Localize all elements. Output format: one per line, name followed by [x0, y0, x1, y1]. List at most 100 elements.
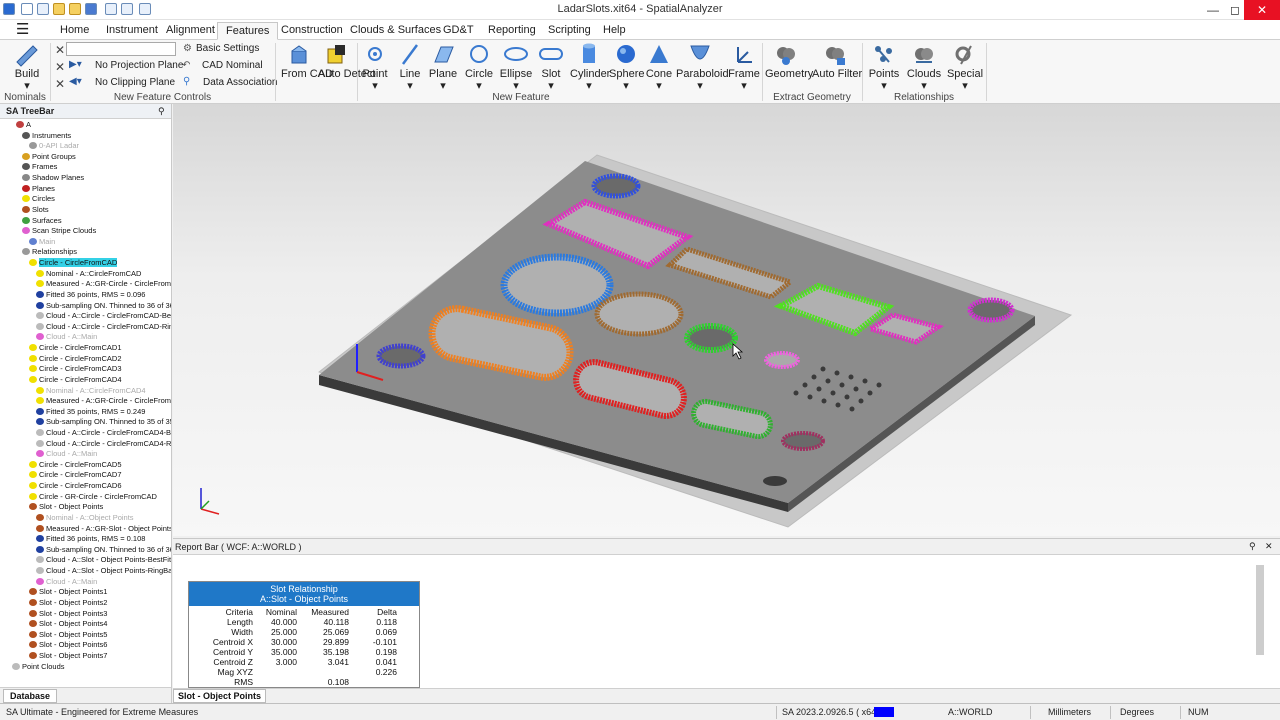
- tree-item[interactable]: Measured - A::GR-Circle - CircleFromCA: [36, 396, 171, 407]
- circle-button[interactable]: Circle ▾: [463, 40, 495, 92]
- data-association[interactable]: Data Association: [203, 77, 278, 88]
- report-pin-icon[interactable]: ⚲: [1249, 541, 1256, 552]
- tree-item[interactable]: Cloud - A::Main: [36, 449, 97, 460]
- circle-feature-large-blue[interactable]: [500, 253, 614, 317]
- tree-item[interactable]: Circle - CircleFromCAD7: [29, 470, 122, 481]
- circle-feature-blue-top[interactable]: [591, 173, 641, 199]
- points-relationship-button[interactable]: Points ▾: [866, 40, 902, 92]
- tree-item[interactable]: Slot - Object Points: [29, 502, 103, 513]
- tree-item[interactable]: Cloud - A::Circle - CircleFromCAD4-Best: [36, 428, 171, 439]
- 3d-viewport[interactable]: [173, 104, 1280, 536]
- tree-item[interactable]: Slot - Object Points6: [29, 640, 107, 651]
- tree-item[interactable]: Sub-sampling ON. Thinned to 35 of 35: [36, 417, 171, 428]
- tree-item[interactable]: Circle - CircleFromCAD4: [29, 375, 122, 386]
- hamburger-menu-icon[interactable]: ☰: [8, 22, 37, 40]
- tree-item[interactable]: Point Groups: [22, 152, 76, 163]
- tree-item[interactable]: Circle - CircleFromCAD: [29, 258, 118, 269]
- tab-slot-object-points[interactable]: Slot - Object Points: [173, 689, 267, 703]
- tree-item[interactable]: Slot - Object Points3: [29, 609, 107, 620]
- tree-item[interactable]: Slot - Object Points1: [29, 587, 107, 598]
- tab-features[interactable]: Features: [217, 22, 279, 40]
- tree-item[interactable]: Cloud - A::Main: [36, 577, 97, 588]
- tree-item[interactable]: Slot - Object Points7: [29, 651, 107, 662]
- tree-item[interactable]: Surfaces: [22, 216, 62, 227]
- status-frame[interactable]: A::WORLD: [948, 707, 993, 717]
- tree-item[interactable]: Main: [29, 237, 55, 248]
- tree-item[interactable]: Circles: [22, 194, 55, 205]
- ellipse-button[interactable]: Ellipse ▾: [498, 40, 534, 92]
- auto-detect-button[interactable]: Auto Detect: [318, 40, 375, 92]
- tab-construction[interactable]: Construction: [273, 22, 351, 40]
- circle-feature-magenta-right[interactable]: [967, 297, 1015, 323]
- circle-feature-blue-left[interactable]: [376, 343, 426, 369]
- status-units[interactable]: Millimeters: [1048, 707, 1091, 717]
- geometry-button[interactable]: Geometry: [765, 40, 813, 92]
- tree-item[interactable]: Fitted 35 points, RMS = 0.249: [36, 407, 145, 418]
- tree-item[interactable]: Sub-sampling ON. Thinned to 36 of 36: [36, 545, 171, 556]
- close-button[interactable]: ✕: [1244, 0, 1280, 20]
- tree-item[interactable]: Nominal - A::CircleFromCAD4: [36, 386, 146, 397]
- tree-item[interactable]: Circle - CircleFromCAD6: [29, 481, 122, 492]
- tree-item[interactable]: Cloud - A::Slot - Object Points-RingBand: [36, 566, 171, 577]
- tree-item[interactable]: Cloud - A::Circle - CircleFromCAD4-Ring: [36, 439, 171, 450]
- tree-item[interactable]: Measured - A::GR-Slot - Object Points: [36, 524, 171, 535]
- tree-item[interactable]: 0-API Ladar: [29, 141, 79, 152]
- tree-item[interactable]: Cloud - A::Circle - CircleFromCAD-BestF: [36, 311, 171, 322]
- tab-alignment[interactable]: Alignment: [158, 22, 223, 40]
- tree-item[interactable]: Point Clouds: [12, 662, 65, 673]
- tree-item[interactable]: Slot - Object Points2: [29, 598, 107, 609]
- tree-item[interactable]: Circle - CircleFromCAD2: [29, 354, 122, 365]
- tree-item[interactable]: Planes: [22, 184, 55, 195]
- pin-icon[interactable]: ⚲: [158, 106, 165, 117]
- line-button[interactable]: Line ▾: [395, 40, 425, 92]
- no-projection-plane[interactable]: No Projection Plane: [95, 60, 183, 71]
- circle-feature-green[interactable]: [684, 323, 738, 353]
- tab-database[interactable]: Database: [3, 689, 58, 703]
- tree-view[interactable]: A Instruments 0-API Ladar Point Groups Frame…: [0, 120, 171, 685]
- tree-item[interactable]: Slot - Object Points4: [29, 619, 107, 630]
- frame-button[interactable]: Frame ▾: [728, 40, 760, 92]
- special-relationship-button[interactable]: Special ▾: [946, 40, 984, 92]
- tab-home[interactable]: Home: [52, 22, 97, 40]
- from-cad-button[interactable]: From CAD: [281, 40, 333, 92]
- tab-clouds-surfaces[interactable]: Clouds & Surfaces: [342, 22, 449, 40]
- tree-item[interactable]: Scan Stripe Clouds: [22, 226, 96, 237]
- tree-item[interactable]: Measured - A::GR-Circle - CircleFromCA: [36, 279, 171, 290]
- report-scrollbar[interactable]: [1256, 565, 1264, 655]
- tree-item[interactable]: Nominal - A::CircleFromCAD: [36, 269, 141, 280]
- tree-item[interactable]: Slot - Object Points5: [29, 630, 107, 641]
- tree-item[interactable]: Instruments: [22, 131, 71, 142]
- feature-name-input[interactable]: [66, 42, 176, 56]
- point-button[interactable]: Point ▾: [360, 40, 390, 92]
- tree-item[interactable]: Cloud - A::Main: [36, 332, 97, 343]
- tab-instrument[interactable]: Instrument: [98, 22, 166, 40]
- circle-feature-brown[interactable]: [594, 291, 684, 337]
- tree-item[interactable]: Circle - CircleFromCAD3: [29, 364, 122, 375]
- report-close-icon[interactable]: ✕: [1265, 541, 1273, 552]
- basic-settings[interactable]: Basic Settings: [196, 43, 259, 54]
- tree-item[interactable]: Fitted 36 points, RMS = 0.108: [36, 534, 145, 545]
- circle-feature-pink[interactable]: [764, 351, 800, 369]
- tree-item[interactable]: Sub-sampling ON. Thinned to 36 of 36: [36, 301, 171, 312]
- tree-item[interactable]: Fitted 36 points, RMS = 0.096: [36, 290, 145, 301]
- tab-reporting[interactable]: Reporting: [480, 22, 544, 40]
- paraboloid-button[interactable]: Paraboloid ▾: [676, 40, 729, 92]
- slot-button[interactable]: Slot ▾: [536, 40, 566, 92]
- tab-help[interactable]: Help: [595, 22, 634, 40]
- tree-item[interactable]: Relationships: [22, 247, 77, 258]
- plane-button[interactable]: Plane ▾: [427, 40, 459, 92]
- tree-item[interactable]: A: [16, 120, 31, 131]
- tree-item[interactable]: Cloud - A::Circle - CircleFromCAD-RingE: [36, 322, 171, 333]
- clear-projection-icon[interactable]: ✕: [55, 60, 65, 74]
- tree-item[interactable]: Nominal - A::Object Points: [36, 513, 134, 524]
- tree-item[interactable]: Circle - CircleFromCAD1: [29, 343, 122, 354]
- tree-item[interactable]: Shadow Planes: [22, 173, 84, 184]
- sphere-button[interactable]: Sphere ▾: [609, 40, 644, 92]
- cone-button[interactable]: Cone ▾: [644, 40, 674, 92]
- cad-nominal[interactable]: CAD Nominal: [202, 60, 263, 71]
- tab-scripting[interactable]: Scripting: [540, 22, 599, 40]
- status-angle-units[interactable]: Degrees: [1120, 707, 1154, 717]
- tab-gdt[interactable]: GD&T: [435, 22, 482, 40]
- clouds-relationship-button[interactable]: Clouds ▾: [906, 40, 942, 92]
- tree-item[interactable]: Slots: [22, 205, 49, 216]
